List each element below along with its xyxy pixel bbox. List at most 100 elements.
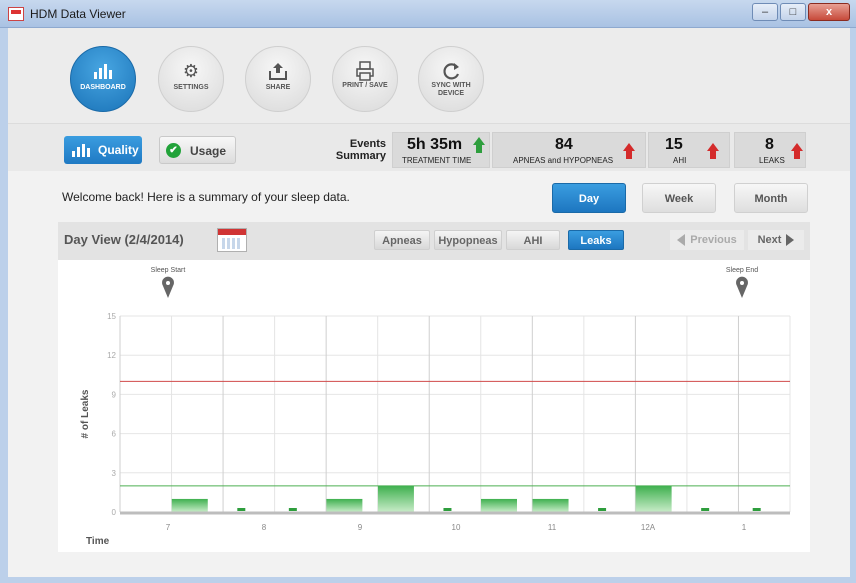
ahi-box: 15 AHI	[648, 132, 730, 168]
y-tick-label: 15	[107, 312, 116, 321]
nav-share-button[interactable]: SHARE	[245, 46, 311, 112]
next-arrow-icon	[786, 234, 795, 247]
trend-up-red-icon	[791, 143, 803, 159]
ahi-caption: AHI	[673, 156, 687, 165]
x-tick-label: 1	[742, 523, 747, 532]
previous-arrow-icon	[677, 234, 686, 247]
nav-settings-button[interactable]: ⚙ SETTINGS	[158, 46, 224, 112]
sleep-end-pin-icon	[736, 276, 748, 298]
close-button[interactable]: x	[808, 3, 850, 21]
sleep-end-label: Sleep End	[726, 267, 758, 274]
month-button[interactable]: Month	[734, 183, 808, 213]
printer-icon	[354, 61, 376, 81]
leak-bar	[635, 485, 672, 512]
treatment-time-box: 5h 35m TREATMENT TIME	[392, 132, 490, 168]
window-title: HDM Data Viewer	[30, 7, 126, 21]
nav-sync-button[interactable]: SYNC WITH DEVICE	[418, 46, 484, 112]
checkmark-icon: ✔	[166, 143, 181, 158]
day-view-title: Day View (2/4/2014)	[64, 232, 184, 247]
next-label: Next	[757, 234, 782, 246]
leak-bar	[326, 498, 363, 512]
filter-ahi[interactable]: AHI	[506, 230, 560, 250]
window-frame-bottom	[0, 577, 856, 583]
y-axis-label: # of Leaks	[80, 389, 91, 438]
apneas-box: 84 APNEAS and HYPOPNEAS	[492, 132, 646, 168]
main-nav: DASHBOARD ⚙ SETTINGS SHARE PRINT / SAVE …	[8, 28, 850, 123]
summary-row: Quality ✔ Usage Events Summary 5h 35m TR…	[8, 123, 850, 171]
nav-label: PRINT / SAVE	[342, 82, 388, 89]
window-frame-right	[850, 28, 856, 583]
sleep-start-pin-hole	[166, 281, 170, 285]
apneas-value: 84	[555, 136, 573, 153]
nav-label: SETTINGS	[173, 84, 209, 91]
leak-bar	[532, 498, 569, 512]
treatment-time-caption: TREATMENT TIME	[402, 156, 472, 165]
y-tick-label: 3	[112, 469, 117, 478]
x-tick-label: 10	[452, 523, 461, 532]
maximize-button[interactable]: □	[780, 3, 806, 21]
filter-apneas[interactable]: Apneas	[374, 230, 430, 250]
leaks-chart: 0 3 6 9 12 15 7 8 9 10 11 12A 1 # of Leaks Time Sleep S…	[80, 267, 791, 547]
usage-tab-label: Usage	[190, 144, 227, 158]
leaks-box: 8 LEAKS	[734, 132, 806, 168]
window-frame-left	[0, 28, 8, 583]
leak-bar	[171, 498, 208, 512]
nav-dashboard-button[interactable]: DASHBOARD	[70, 46, 136, 112]
previous-button[interactable]: Previous	[670, 230, 744, 250]
app-icon	[8, 7, 24, 21]
nav-print-save-button[interactable]: PRINT / SAVE	[332, 46, 398, 112]
week-button[interactable]: Week	[642, 183, 716, 213]
ahi-value: 15	[665, 136, 683, 153]
app-client-area: DASHBOARD ⚙ SETTINGS SHARE PRINT / SAVE …	[8, 28, 850, 577]
leaks-value: 8	[765, 136, 774, 153]
x-tick-label: 11	[548, 523, 557, 532]
title-bar: HDM Data Viewer – □ x	[0, 0, 856, 28]
next-button[interactable]: Next	[748, 230, 804, 250]
sleep-end-pin-hole	[740, 281, 744, 285]
y-tick-label: 9	[112, 390, 117, 399]
leak-bar	[481, 498, 517, 512]
y-tick-label: 6	[112, 430, 117, 439]
trend-up-red-icon	[623, 143, 635, 159]
leak-bar-zero	[598, 508, 607, 511]
share-upload-icon	[267, 61, 289, 81]
sleep-start-pin-icon	[162, 276, 174, 298]
bar-chart-icon	[92, 61, 114, 81]
leak-bar-zero	[752, 508, 761, 511]
filter-leaks[interactable]: Leaks	[568, 230, 624, 250]
leak-bar-zero	[701, 508, 710, 511]
nav-label: SHARE	[265, 84, 291, 91]
day-view-header: Day View (2/4/2014) Apneas Hypopneas AHI…	[58, 222, 810, 260]
usage-tab[interactable]: ✔ Usage	[159, 136, 236, 164]
leak-bar-zero	[443, 508, 452, 511]
leaks-caption: LEAKS	[759, 156, 785, 165]
quality-tab[interactable]: Quality	[64, 136, 142, 164]
day-button[interactable]: Day	[552, 183, 626, 213]
leak-bar-zero	[288, 508, 297, 511]
events-summary-label: Events Summary	[335, 138, 386, 162]
previous-label: Previous	[690, 234, 737, 246]
bar-chart-icon	[72, 144, 92, 157]
gear-icon: ⚙	[182, 61, 200, 81]
quality-tab-label: Quality	[98, 143, 139, 157]
x-tick-label: 12A	[641, 523, 656, 532]
y-tick-label: 0	[112, 508, 117, 517]
sleep-start-label: Sleep Start	[151, 267, 186, 274]
sync-icon	[440, 61, 462, 81]
trend-up-red-icon	[707, 143, 719, 159]
leak-bar-zero	[237, 508, 246, 511]
x-axis-label: Time	[86, 536, 110, 547]
nav-label: SYNC WITH DEVICE	[431, 82, 471, 97]
leak-bar	[377, 485, 414, 512]
y-tick-label: 12	[107, 351, 116, 360]
trend-up-green-icon	[473, 137, 485, 153]
treatment-time-value: 5h 35m	[407, 136, 463, 153]
filter-hypopneas[interactable]: Hypopneas	[434, 230, 502, 250]
x-tick-label: 7	[166, 523, 171, 532]
leaks-chart-panel: 0 3 6 9 12 15 7 8 9 10 11 12A 1 # of Leaks Time Sleep S…	[58, 260, 810, 552]
apneas-caption: APNEAS and HYPOPNEAS	[513, 156, 614, 165]
nav-label: DASHBOARD	[80, 84, 126, 91]
minimize-button[interactable]: –	[752, 3, 778, 21]
calendar-icon[interactable]	[217, 228, 247, 252]
welcome-message: Welcome back! Here is a summary of your …	[62, 190, 350, 204]
